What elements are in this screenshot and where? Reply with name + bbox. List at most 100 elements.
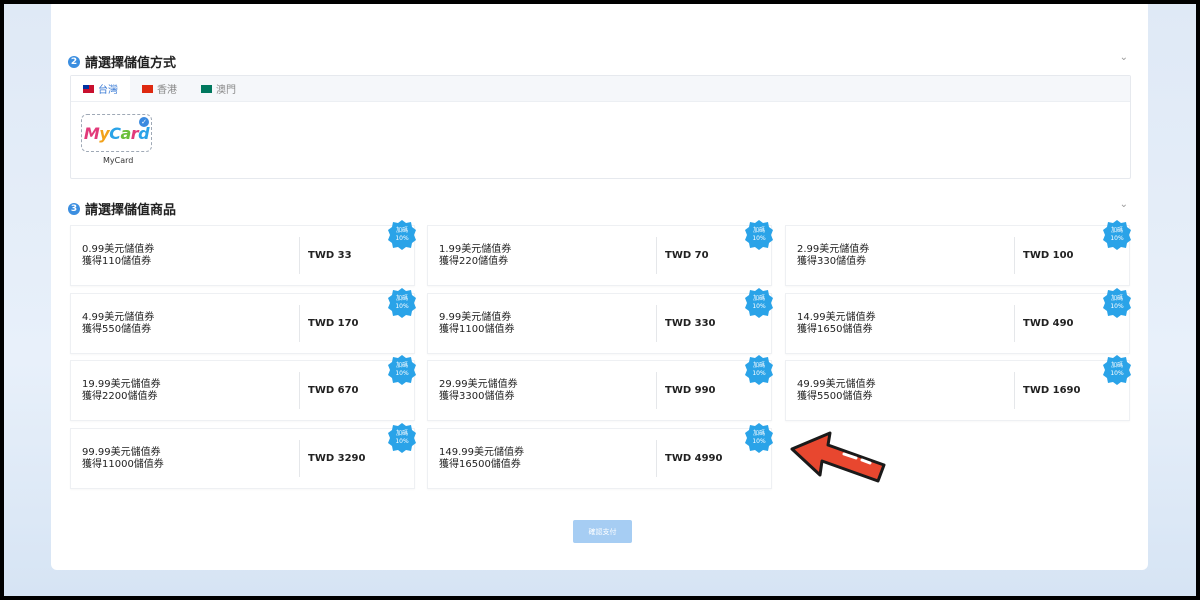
- divider: [656, 237, 657, 274]
- product-price: TWD 100: [1023, 250, 1074, 261]
- badge-line1: 加碼: [395, 362, 408, 369]
- divider: [656, 372, 657, 409]
- bonus-badge: 加碼 10%: [1102, 288, 1132, 318]
- badge-line2: 10%: [1110, 235, 1124, 242]
- badge-line2: 10%: [395, 438, 409, 445]
- product-bonus: 獲得16500儲值券: [439, 459, 521, 470]
- product-bonus: 獲得3300儲值券: [439, 391, 515, 402]
- product-card[interactable]: 99.99美元儲值券 獲得11000儲值券 TWD 3290 加碼 10%: [70, 423, 416, 489]
- product-bonus: 獲得330儲值券: [797, 256, 867, 267]
- product-bonus: 獲得1100儲值券: [439, 324, 515, 335]
- macau-flag-icon: [201, 84, 212, 93]
- product-card[interactable]: 1.99美元儲值券 獲得220儲值券 TWD 70 加碼 10%: [427, 220, 773, 286]
- tab-label: 澳門: [216, 85, 236, 96]
- product-price: TWD 170: [308, 318, 359, 329]
- badge-line1: 加碼: [752, 430, 765, 437]
- product-bonus: 獲得1650儲值券: [797, 324, 873, 335]
- divider: [1014, 305, 1015, 342]
- badge-line1: 加碼: [395, 295, 408, 302]
- tab-hongkong[interactable]: 香港: [130, 76, 189, 101]
- step-number-badge: 2: [68, 55, 80, 68]
- badge-line1: 加碼: [1110, 295, 1123, 302]
- chevron-down-icon[interactable]: ⌄: [1120, 199, 1128, 210]
- payment-panel: 2 請選擇儲值方式 ⌄ 台灣 香港 澳門 MyCard ✓ MyCard 3 請…: [51, 4, 1148, 570]
- product-name: 4.99美元儲值券: [82, 312, 155, 323]
- tab-label: 台灣: [98, 85, 118, 96]
- product-bonus: 獲得5500儲值券: [797, 391, 873, 402]
- product-description: 49.99美元儲值券 獲得5500儲值券: [797, 379, 876, 403]
- mycard-option[interactable]: MyCard ✓: [81, 114, 152, 152]
- product-description: 2.99美元儲值券 獲得330儲值券: [797, 244, 869, 268]
- taiwan-flag-icon: [83, 84, 94, 93]
- payment-method-box: 台灣 香港 澳門 MyCard ✓ MyCard: [70, 75, 1131, 179]
- bonus-badge: 加碼 10%: [387, 220, 417, 250]
- badge-line2: 10%: [1110, 303, 1124, 310]
- mycard-logo: MyCard: [83, 123, 150, 143]
- section-payment-method-title: 2 請選擇儲值方式: [68, 52, 176, 71]
- badge-line1: 加碼: [1110, 362, 1123, 369]
- badge-line1: 加碼: [395, 227, 408, 234]
- product-card[interactable]: 14.99美元儲值券 獲得1650儲值券 TWD 490 加碼 10%: [785, 288, 1131, 354]
- divider: [1014, 237, 1015, 274]
- tab-macau[interactable]: 澳門: [189, 76, 248, 101]
- product-card[interactable]: 149.99美元儲值券 獲得16500儲值券 TWD 4990 加碼 10%: [427, 423, 773, 489]
- confirm-payment-button[interactable]: 確認支付: [573, 520, 632, 543]
- product-card[interactable]: 4.99美元儲值券 獲得550儲值券 TWD 170 加碼 10%: [70, 288, 416, 354]
- bonus-badge: 加碼 10%: [387, 423, 417, 453]
- product-card[interactable]: 19.99美元儲值券 獲得2200儲值券 TWD 670 加碼 10%: [70, 355, 416, 421]
- product-name: 9.99美元儲值券: [439, 312, 512, 323]
- bonus-badge: 加碼 10%: [744, 288, 774, 318]
- badge-line2: 10%: [752, 438, 766, 445]
- product-description: 29.99美元儲值券 獲得3300儲值券: [439, 379, 518, 403]
- badge-line1: 加碼: [752, 227, 765, 234]
- product-name: 29.99美元儲值券: [439, 379, 518, 390]
- section-product-title: 3 請選擇儲值商品: [68, 199, 176, 218]
- tab-taiwan[interactable]: 台灣: [71, 76, 130, 101]
- bonus-badge: 加碼 10%: [744, 423, 774, 453]
- product-bonus: 獲得110儲值券: [82, 256, 152, 267]
- badge-line2: 10%: [752, 303, 766, 310]
- badge-line2: 10%: [752, 370, 766, 377]
- product-card[interactable]: 0.99美元儲值券 獲得110儲值券 TWD 33 加碼 10%: [70, 220, 416, 286]
- badge-line2: 10%: [395, 235, 409, 242]
- product-card[interactable]: 49.99美元儲值券 獲得5500儲值券 TWD 1690 加碼 10%: [785, 355, 1131, 421]
- divider: [656, 440, 657, 477]
- bonus-badge: 加碼 10%: [387, 288, 417, 318]
- product-description: 19.99美元儲值券 獲得2200儲值券: [82, 379, 161, 403]
- badge-line1: 加碼: [1110, 227, 1123, 234]
- bonus-badge: 加碼 10%: [744, 220, 774, 250]
- badge-line2: 10%: [395, 303, 409, 310]
- product-bonus: 獲得550儲值券: [82, 324, 152, 335]
- check-icon: ✓: [139, 117, 149, 127]
- product-card[interactable]: 9.99美元儲值券 獲得1100儲值券 TWD 330 加碼 10%: [427, 288, 773, 354]
- bonus-badge: 加碼 10%: [1102, 355, 1132, 385]
- product-name: 149.99美元儲值券: [439, 447, 524, 458]
- badge-line2: 10%: [752, 235, 766, 242]
- product-name: 0.99美元儲值券: [82, 244, 155, 255]
- divider: [299, 305, 300, 342]
- region-tabs: 台灣 香港 澳門: [71, 76, 1130, 102]
- divider: [299, 440, 300, 477]
- hongkong-flag-icon: [142, 84, 153, 93]
- product-description: 99.99美元儲值券 獲得11000儲值券: [82, 447, 164, 471]
- section-title-text: 請選擇儲值方式: [85, 56, 177, 71]
- section-title-text: 請選擇儲值商品: [85, 203, 177, 218]
- red-arrow-pointer: [790, 431, 886, 483]
- product-name: 99.99美元儲值券: [82, 447, 161, 458]
- bonus-badge: 加碼 10%: [387, 355, 417, 385]
- badge-line1: 加碼: [752, 295, 765, 302]
- product-description: 0.99美元儲值券 獲得110儲值券: [82, 244, 154, 268]
- product-name: 14.99美元儲值券: [797, 312, 876, 323]
- product-description: 14.99美元儲值券 獲得1650儲值券: [797, 312, 876, 336]
- product-description: 4.99美元儲值券 獲得550儲值券: [82, 312, 154, 336]
- chevron-down-icon[interactable]: ⌄: [1120, 52, 1128, 63]
- product-card[interactable]: 29.99美元儲值券 獲得3300儲值券 TWD 990 加碼 10%: [427, 355, 773, 421]
- product-price: TWD 990: [665, 385, 716, 396]
- product-price: TWD 1690: [1023, 385, 1081, 396]
- product-price: TWD 3290: [308, 453, 366, 464]
- product-card[interactable]: 2.99美元儲值券 獲得330儲值券 TWD 100 加碼 10%: [785, 220, 1131, 286]
- product-description: 149.99美元儲值券 獲得16500儲值券: [439, 447, 524, 471]
- divider: [299, 372, 300, 409]
- product-price: TWD 4990: [665, 453, 723, 464]
- background: 2 請選擇儲值方式 ⌄ 台灣 香港 澳門 MyCard ✓ MyCard 3 請…: [4, 4, 1196, 596]
